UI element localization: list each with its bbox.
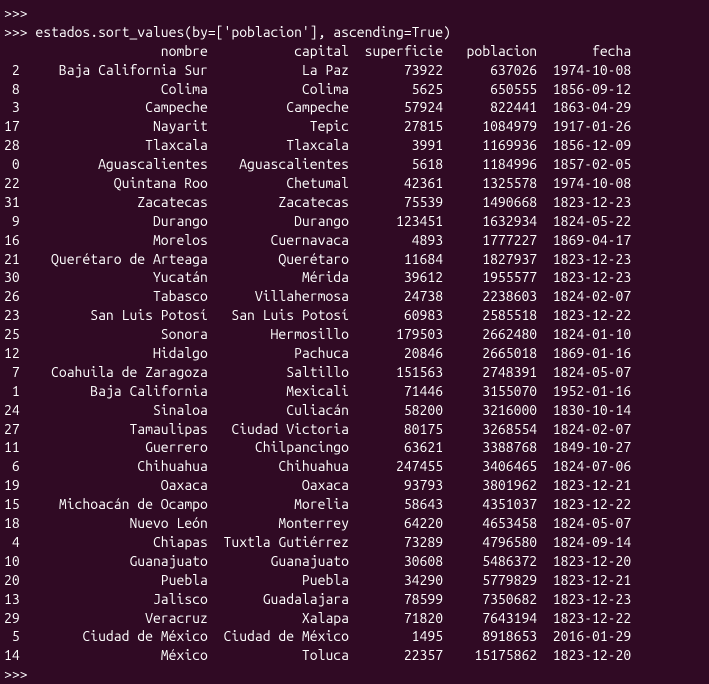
table-row: 9 Durango Durango 123451 1632934 1824-05…	[4, 212, 705, 231]
python-prompt[interactable]: >>>	[4, 4, 705, 23]
table-row: 8 Colima Colima 5625 650555 1856-09-12	[4, 80, 705, 99]
table-row: 11 Guerrero Chilpancingo 63621 3388768 1…	[4, 438, 705, 457]
table-row: 3 Campeche Campeche 57924 822441 1863-04…	[4, 98, 705, 117]
table-row: 25 Sonora Hermosillo 179503 2662480 1824…	[4, 325, 705, 344]
table-row: 16 Morelos Cuernavaca 4893 1777227 1869-…	[4, 231, 705, 250]
table-row: 7 Coahuila de Zaragoza Saltillo 151563 2…	[4, 363, 705, 382]
table-row: 23 San Luis Potosí San Luis Potosí 60983…	[4, 306, 705, 325]
table-row: 27 Tamaulipas Ciudad Victoria 80175 3268…	[4, 420, 705, 439]
table-row: 10 Guanajuato Guanajuato 30608 5486372 1…	[4, 552, 705, 571]
table-row: 17 Nayarit Tepic 27815 1084979 1917-01-2…	[4, 117, 705, 136]
table-row: 0 Aguascalientes Aguascalientes 5618 118…	[4, 155, 705, 174]
table-row: 12 Hidalgo Pachuca 20846 2665018 1869-01…	[4, 344, 705, 363]
table-row: 22 Quintana Roo Chetumal 42361 1325578 1…	[4, 174, 705, 193]
table-row: 19 Oaxaca Oaxaca 93793 3801962 1823-12-2…	[4, 476, 705, 495]
table-row: 1 Baja California Mexicali 71446 3155070…	[4, 382, 705, 401]
table-row: 13 Jalisco Guadalajara 78599 7350682 182…	[4, 590, 705, 609]
table-row: 29 Veracruz Xalapa 71820 7643194 1823-12…	[4, 609, 705, 628]
table-row: 31 Zacatecas Zacatecas 75539 1490668 182…	[4, 193, 705, 212]
table-row: 6 Chihuahua Chihuahua 247455 3406465 182…	[4, 457, 705, 476]
table-row: 18 Nuevo León Monterrey 64220 4653458 18…	[4, 514, 705, 533]
terminal-output: >>>>>> estados.sort_values(by=['poblacio…	[4, 4, 705, 684]
table-row: 26 Tabasco Villahermosa 24738 2238603 18…	[4, 287, 705, 306]
python-prompt[interactable]: >>>	[4, 665, 705, 684]
table-row: 14 México Toluca 22357 15175862 1823-12-…	[4, 646, 705, 665]
table-row: 24 Sinaloa Culiacán 58200 3216000 1830-1…	[4, 401, 705, 420]
table-header: nombre capital superficie poblacion fech…	[4, 42, 705, 61]
table-row: 15 Michoacán de Ocampo Morelia 58643 435…	[4, 495, 705, 514]
table-row: 20 Puebla Puebla 34290 5779829 1823-12-2…	[4, 571, 705, 590]
table-row: 2 Baja California Sur La Paz 73922 63702…	[4, 61, 705, 80]
table-row: 28 Tlaxcala Tlaxcala 3991 1169936 1856-1…	[4, 136, 705, 155]
python-command[interactable]: >>> estados.sort_values(by=['poblacion']…	[4, 23, 705, 42]
table-row: 4 Chiapas Tuxtla Gutiérrez 73289 4796580…	[4, 533, 705, 552]
table-row: 5 Ciudad de México Ciudad de México 1495…	[4, 627, 705, 646]
table-row: 21 Querétaro de Arteaga Querétaro 11684 …	[4, 250, 705, 269]
table-row: 30 Yucatán Mérida 39612 1955577 1823-12-…	[4, 268, 705, 287]
